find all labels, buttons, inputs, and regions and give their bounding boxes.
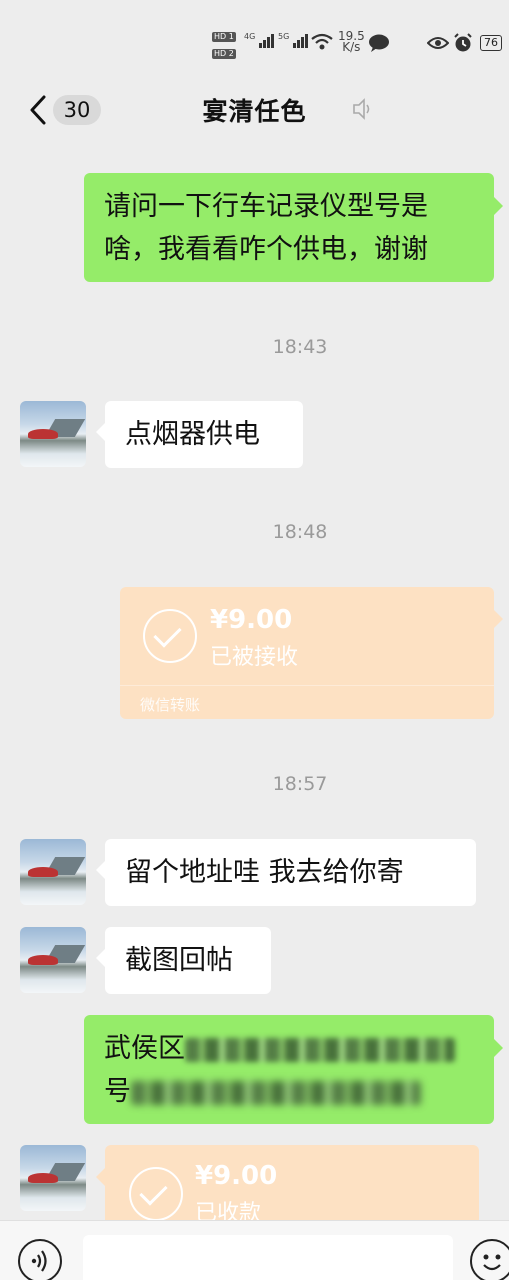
chat-title: 宴清任色 [202, 97, 307, 126]
avatar[interactable] [20, 839, 86, 905]
wifi-icon [311, 33, 333, 50]
network-speed: 19.5 K/s [338, 29, 365, 54]
received-message[interactable]: 截图回帖 [96, 927, 271, 994]
transfer-amount: ¥9.00 [195, 1161, 278, 1191]
message-input[interactable] [83, 1235, 453, 1280]
message-text-line: 啥，我看看咋个供电，谢谢 [104, 234, 428, 265]
transfer-footer: 微信转账 [140, 696, 201, 714]
battery-indicator: 76 [480, 35, 502, 51]
bubble-tail [96, 1168, 105, 1186]
avatar[interactable] [20, 401, 86, 467]
chat-header: 30 宴清任色 [0, 70, 509, 150]
wechat-icon [369, 34, 389, 52]
avatar[interactable] [20, 927, 86, 993]
timestamp: 18:48 [272, 521, 328, 543]
transfer-status: 已被接收 [210, 645, 299, 670]
status-bar: HD 1 HD 2 4G 5G 19.5 K/s 76 [0, 0, 509, 70]
blurred-address [185, 1037, 455, 1062]
message-text: 点烟器供电 [125, 419, 260, 450]
hd2-badge: HD 2 [212, 49, 236, 59]
message-text-line: 武侯区 [104, 1027, 474, 1070]
received-message[interactable]: 留个地址哇 我去给你寄 [96, 839, 476, 906]
mute-icon [353, 98, 370, 120]
signal-icon: 4G [244, 32, 275, 51]
blurred-address [131, 1080, 421, 1105]
check-circle-icon [129, 1167, 183, 1221]
hd1-badge: HD 1 [212, 32, 236, 42]
sent-message[interactable]: 武侯区 号 [84, 1015, 503, 1124]
alarm-icon [454, 33, 472, 52]
avatar[interactable] [20, 1145, 86, 1211]
timestamp: 18:43 [272, 336, 328, 358]
message-text: 截图回帖 [125, 945, 233, 976]
transfer-card[interactable]: ¥9.00 已收款 [105, 1145, 479, 1226]
transfer-card[interactable]: ¥9.00 已被接收 微信转账 [120, 587, 494, 719]
signal-icon-2: 5G [278, 32, 309, 51]
transfer-amount: ¥9.00 [210, 605, 293, 635]
eye-icon [427, 37, 449, 49]
sim-indicators: HD 1 HD 2 [212, 28, 236, 59]
emoji-icon[interactable] [470, 1239, 509, 1280]
timestamp: 18:57 [272, 773, 328, 795]
voice-icon[interactable] [18, 1239, 62, 1280]
bubble-tail [494, 610, 503, 628]
divider [120, 685, 494, 686]
message-text: 留个地址哇 我去给你寄 [125, 857, 404, 888]
sent-message[interactable]: 请问一下行车记录仪型号是 啥，我看看咋个供电，谢谢 [84, 173, 503, 282]
address-prefix: 武侯区 [104, 1033, 185, 1064]
message-text-line: 号 [104, 1070, 474, 1113]
input-bar [0, 1220, 509, 1280]
received-message[interactable]: 点烟器供电 [96, 401, 303, 468]
address-suffix: 号 [104, 1076, 131, 1107]
message-text-line: 请问一下行车记录仪型号是 [104, 191, 428, 222]
check-circle-icon [143, 609, 197, 663]
